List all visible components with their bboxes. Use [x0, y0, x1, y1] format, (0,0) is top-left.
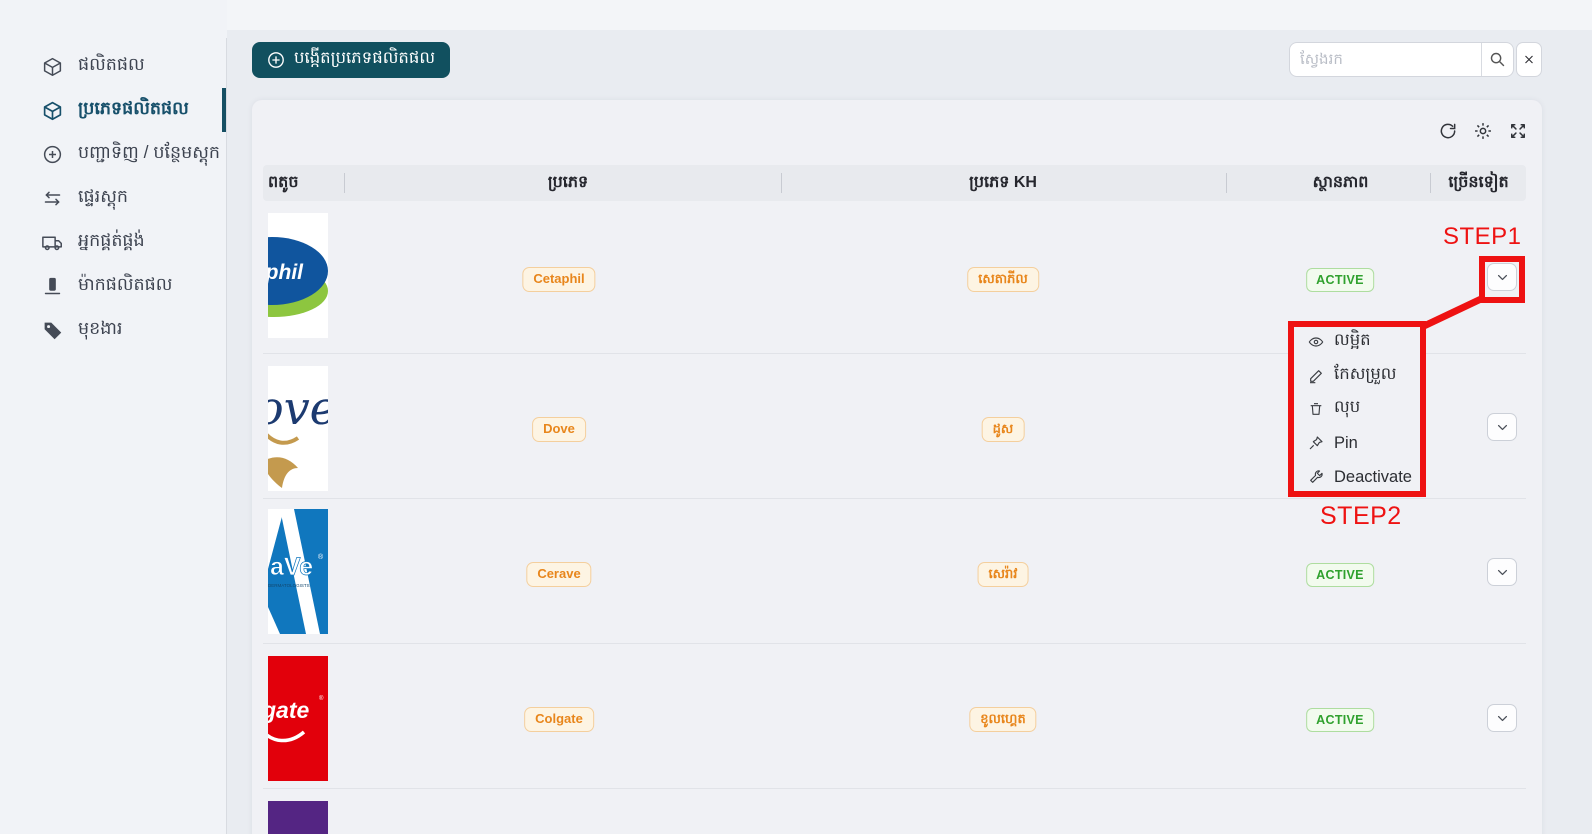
column-header-thumbnail: ពតូច: [268, 165, 298, 201]
svg-text:®: ®: [319, 695, 324, 702]
logo-subtext: DERMATOLOGISTS: [268, 583, 310, 588]
brand-logo-partial: [268, 801, 328, 834]
row-actions-button[interactable]: [1487, 558, 1517, 586]
logo-text: aVe: [270, 553, 313, 581]
sidebar-item-transfer-stock[interactable]: ផ្ទេរស្តុក: [0, 176, 226, 220]
logo-text: aphil: [268, 261, 304, 284]
logo-text: ove: [268, 381, 328, 435]
sidebar-item-label: ផលិតផល: [78, 53, 145, 79]
table-header: ពតូច ប្រភេទ ប្រភេទ KH ស្ថានភាព ច្រើនទៀត: [263, 165, 1526, 201]
brand-kh-badge: សេតាភីល: [967, 267, 1039, 292]
sidebar-item-suppliers[interactable]: អ្នកផ្គត់ផ្គង់: [0, 220, 226, 264]
row-divider: [263, 498, 1526, 499]
step1-annotation: STEP1: [1443, 223, 1522, 251]
sidebar-item-label: មុខងារ: [78, 317, 122, 343]
top-strip: [0, 0, 1592, 30]
brand-logo-dove: ove: [268, 366, 328, 491]
sidebar-item-label: ប្រភេទផលិតផល: [78, 97, 189, 123]
header-divider: [1430, 173, 1431, 193]
column-header-more: ច្រើនទៀត: [1431, 165, 1526, 201]
brand-badge: Cerave: [526, 562, 591, 587]
tag-icon: [42, 320, 63, 341]
brand-kh-badge: ដូស: [982, 417, 1025, 442]
sidebar-item-label: អ្នកផ្គត់ផ្គង់: [78, 229, 145, 255]
row-divider: [263, 788, 1526, 789]
app-window: ផលិតផល ប្រភេទផលិតផល បញ្ជាទិញ / បន្ថែមស្ត…: [0, 0, 1592, 834]
sidebar-item-label: ម៉ាកផលិតផល: [78, 273, 172, 299]
sidebar: ផលិតផល ប្រភេទផលិតផល បញ្ជាទិញ / បន្ថែមស្ត…: [0, 0, 227, 834]
brand-kh-badge: ខូលហ្គេត: [969, 707, 1036, 732]
create-category-label: បង្កើតប្រភេទផលិតផល: [294, 48, 435, 72]
sidebar-menu: ផលិតផល ប្រភេទផលិតផល បញ្ជាទិញ / បន្ថែមស្ត…: [0, 44, 226, 352]
search-icon[interactable]: [1481, 43, 1513, 76]
close-icon[interactable]: [1516, 42, 1542, 77]
brand-badge: Cetaphil: [522, 267, 595, 292]
brand-kh-badge: សេរ៉ាវ: [978, 562, 1029, 587]
package-icon: [42, 56, 63, 77]
sidebar-item-label: ផ្ទេរស្តុក: [78, 185, 128, 211]
sidebar-item-product-brands[interactable]: ម៉ាកផលិតផល: [0, 264, 226, 308]
gear-icon[interactable]: [1471, 119, 1494, 142]
status-badge: ACTIVE: [1306, 708, 1374, 732]
brand-logo-colgate: gate ®: [268, 656, 328, 781]
column-header-category-kh: ប្រភេទ KH: [788, 165, 1218, 201]
truck-icon: [42, 232, 63, 253]
transfer-icon: [42, 188, 63, 209]
svg-text:®: ®: [318, 553, 324, 561]
row-divider: [263, 643, 1526, 644]
column-header-category: ប្រភេទ: [353, 165, 783, 201]
refresh-icon[interactable]: [1436, 119, 1459, 142]
step2-highlight-box: [1288, 321, 1426, 497]
status-badge: ACTIVE: [1306, 563, 1374, 587]
plus-circle-icon: [267, 51, 285, 69]
search-input[interactable]: [1290, 43, 1481, 76]
header-divider: [781, 173, 782, 193]
logo-text: gate: [268, 697, 310, 723]
sidebar-item-products[interactable]: ផលិតផល: [0, 44, 226, 88]
brand-badge: Colgate: [524, 707, 594, 732]
brand-icon: [42, 276, 63, 297]
sidebar-divider: [226, 38, 227, 834]
create-category-button[interactable]: បង្កើតប្រភេទផលិតផល: [252, 42, 450, 78]
search-box: [1289, 42, 1514, 77]
step2-annotation: STEP2: [1320, 502, 1402, 531]
expand-icon[interactable]: [1506, 119, 1529, 142]
row-actions-button[interactable]: [1487, 413, 1517, 441]
package-icon: [42, 100, 63, 121]
row-actions-button[interactable]: [1487, 704, 1517, 732]
header-divider: [1226, 173, 1227, 193]
status-badge: ACTIVE: [1306, 268, 1374, 292]
brand-badge: Dove: [532, 417, 586, 442]
sidebar-item-order-add-stock[interactable]: បញ្ជាទិញ / បន្ថែមស្តុក: [0, 132, 226, 176]
card-toolbar: [1436, 119, 1529, 142]
header-divider: [344, 173, 345, 193]
sidebar-item-functions[interactable]: មុខងារ: [0, 308, 226, 352]
plus-circle-icon: [42, 144, 63, 165]
sidebar-item-label: បញ្ជាទិញ / បន្ថែមស្តុក: [78, 141, 220, 167]
sidebar-item-product-categories[interactable]: ប្រភេទផលិតផល: [0, 88, 226, 132]
column-header-status: ស្ថានភាព: [1238, 165, 1443, 201]
step1-highlight-box: [1479, 256, 1525, 303]
brand-logo-cetaphil: aphil: [268, 213, 328, 338]
brand-logo-cerave: aVe DERMATOLOGISTS ®: [268, 509, 328, 634]
